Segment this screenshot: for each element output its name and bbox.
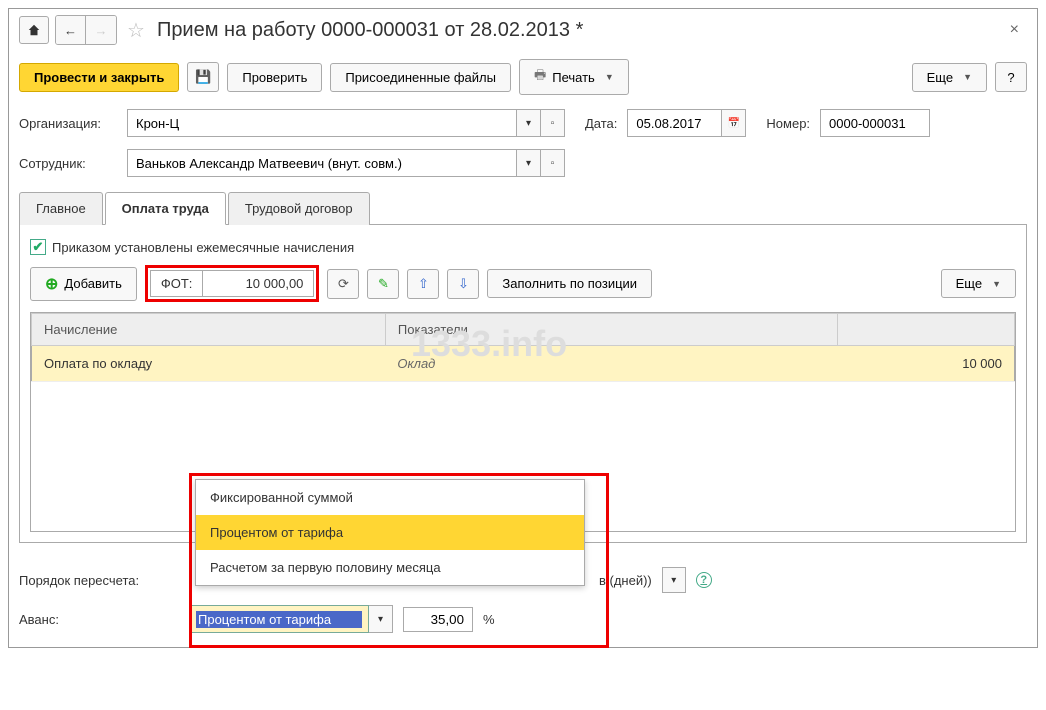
org-input-group: ▾ ▫ [127,109,565,137]
employee-dropdown-button[interactable]: ▾ [517,149,541,177]
pencil-icon: ✎ [378,276,389,292]
nav-group: ← → [55,15,117,45]
bottom-section: Фиксированной суммой Процентом от тарифа… [9,553,1037,647]
attached-files-button[interactable]: Присоединенные файлы [330,63,511,92]
sub-more-button[interactable]: Еще ▼ [941,269,1016,298]
fot-highlight: ФОТ: 10 000,00 [145,265,320,302]
employee-label: Сотрудник: [19,156,117,171]
col-indicators: Показатели [385,314,837,346]
close-icon: × [1010,21,1019,38]
page-title: Прием на работу 0000-000031 от 28.02.201… [157,19,996,42]
window: ← → ☆ Прием на работу 0000-000031 от 28.… [8,8,1038,648]
add-button[interactable]: ⊕ Добавить [30,267,137,301]
org-input[interactable] [127,109,517,137]
employee-input[interactable] [127,149,517,177]
number-input[interactable] [820,109,930,137]
print-button[interactable]: 🖶 Печать ▼ [519,59,629,95]
calendar-icon: 📅 [728,118,740,129]
plus-icon: ⊕ [45,274,58,294]
advance-label: Аванс: [19,612,179,627]
chevron-down-icon: ▼ [992,279,1001,289]
printer-icon: 🖶 [534,66,546,88]
forward-button[interactable]: → [86,16,116,44]
save-close-button[interactable]: Провести и закрыть [19,63,179,92]
help-button[interactable]: ? [995,62,1027,92]
arrow-left-icon: ← [64,23,77,38]
calendar-button[interactable]: 📅 [722,109,746,137]
dropdown-item-calc[interactable]: Расчетом за первую половину месяца [196,550,584,585]
save-button[interactable]: 💾 [187,62,219,92]
dropdown-item-percent[interactable]: Процентом от тарифа [196,515,584,550]
employee-open-button[interactable]: ▫ [541,149,565,177]
checkbox-row: ✔ Приказом установлены ежемесячные начис… [30,235,1016,265]
help-link[interactable]: ? [696,572,712,588]
employee-row: Сотрудник: ▾ ▫ [9,143,1037,183]
chevron-down-icon: ▾ [671,575,676,586]
arrow-right-icon: → [95,23,108,38]
accruals-table: Начисление Показатели Оплата по окладу О… [31,313,1015,382]
fot-label: ФОТ: [151,271,204,296]
tabs: Главное Оплата труда Трудовой договор [19,191,1027,225]
org-row: Организация: ▾ ▫ Дата: 📅 Номер: [9,103,1037,143]
back-button[interactable]: ← [56,16,86,44]
cell-value: 10 000 [838,346,1015,382]
open-icon: ▫ [551,118,555,129]
more-button[interactable]: Еще ▼ [912,63,987,92]
recalc-label: Порядок пересчета: [19,573,179,588]
org-dropdown-button[interactable]: ▾ [517,109,541,137]
home-button[interactable] [19,16,49,44]
chevron-down-icon: ▼ [963,72,972,82]
sub-toolbar: ⊕ Добавить ФОТ: 10 000,00 ⟳ ✎ ⇧ ⇩ Заполн… [30,265,1016,302]
chevron-down-icon: ▼ [605,72,614,82]
chevron-down-icon: ▾ [526,118,531,129]
star-icon[interactable]: ☆ [127,18,145,43]
fot-group: ФОТ: 10 000,00 [150,270,315,297]
recalc-dropdown-button[interactable]: ▾ [662,567,686,593]
move-down-button[interactable]: ⇩ [447,269,479,299]
checkbox-label: Приказом установлены ежемесячные начисле… [52,240,354,255]
arrow-up-icon: ⇧ [418,276,429,292]
move-up-button[interactable]: ⇧ [407,269,439,299]
monthly-checkbox[interactable]: ✔ [30,239,46,255]
titlebar: ← → ☆ Прием на работу 0000-000031 от 28.… [9,9,1037,51]
cell-accrual: Оплата по окладу [32,346,386,382]
col-accrual: Начисление [32,314,386,346]
dropdown-item-fixed[interactable]: Фиксированной суммой [196,480,584,515]
chevron-down-icon: ▾ [526,158,531,169]
fill-by-position-button[interactable]: Заполнить по позиции [487,269,652,298]
home-icon [27,23,41,37]
org-open-button[interactable]: ▫ [541,109,565,137]
date-input-group: 📅 [627,109,746,137]
fot-value: 10 000,00 [203,271,313,296]
edit-button[interactable]: ✎ [367,269,399,299]
open-icon: ▫ [551,158,555,169]
refresh-button[interactable]: ⟳ [327,269,359,299]
employee-input-group: ▾ ▫ [127,149,565,177]
tab-main[interactable]: Главное [19,192,103,225]
date-input[interactable] [627,109,722,137]
check-button[interactable]: Проверить [227,63,322,92]
main-toolbar: Провести и закрыть 💾 Проверить Присоедин… [9,51,1037,103]
tab-contract[interactable]: Трудовой договор [228,192,370,225]
arrow-down-icon: ⇩ [458,276,469,292]
date-label: Дата: [585,116,617,131]
save-icon: 💾 [195,69,211,85]
close-button[interactable]: × [1002,21,1027,39]
check-icon: ✔ [33,239,44,255]
tab-payment[interactable]: Оплата труда [105,192,226,225]
advance-dropdown: Фиксированной суммой Процентом от тарифа… [195,479,585,586]
org-label: Организация: [19,116,117,131]
number-label: Номер: [766,116,810,131]
refresh-icon: ⟳ [338,276,349,292]
cell-indicator: Оклад [385,346,837,382]
table-row[interactable]: Оплата по окладу Оклад 10 000 [32,346,1015,382]
